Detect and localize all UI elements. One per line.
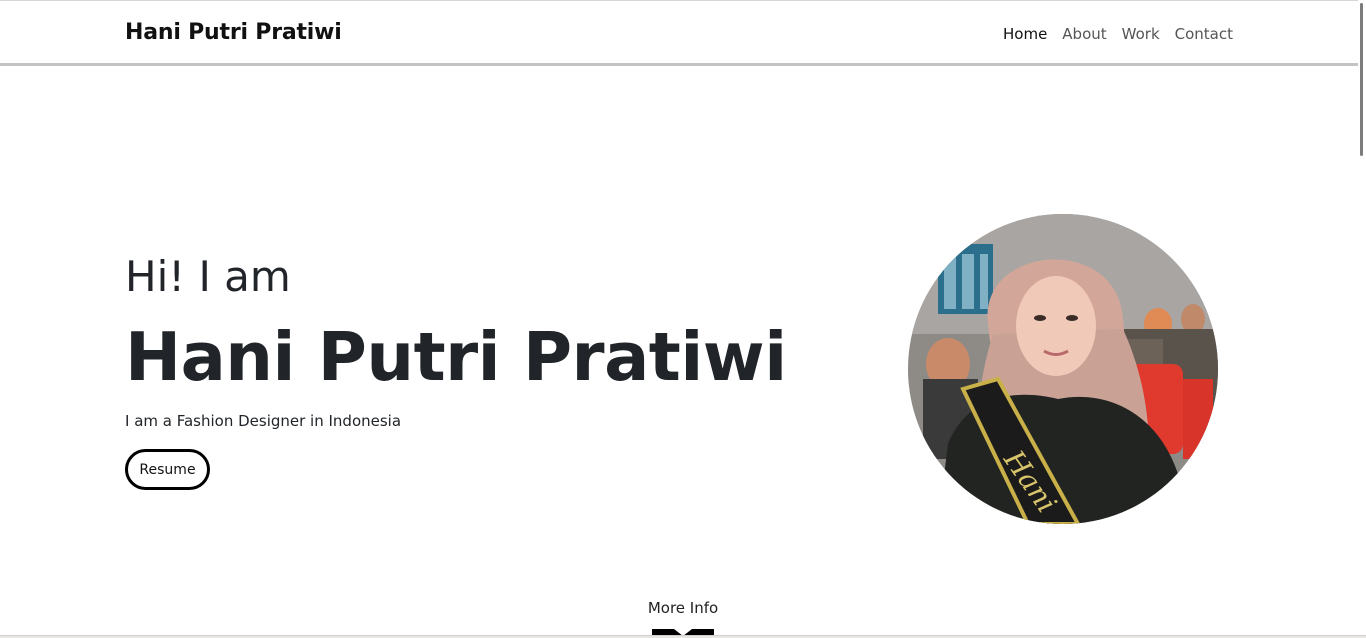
brand-logo-link[interactable]: Hani Putri Pratiwi — [125, 20, 342, 45]
hero-tagline: I am a Fashion Designer in Indonesia — [125, 412, 402, 430]
nav-link-home[interactable]: Home — [1003, 25, 1047, 43]
resume-button[interactable]: Resume — [125, 449, 210, 490]
profile-photo-illustration: Hani — [908, 214, 1218, 524]
page: Hani Putri Pratiwi Home About Work Conta… — [0, 0, 1366, 638]
navbar: Hani Putri Pratiwi Home About Work Conta… — [0, 0, 1366, 66]
profile-photo: Hani — [908, 214, 1218, 524]
page-scrollbar[interactable] — [1358, 0, 1366, 638]
nav-links: Home About Work Contact — [1003, 25, 1233, 43]
more-info-label[interactable]: More Info — [0, 599, 1366, 617]
hero-greeting: Hi! I am — [125, 252, 291, 301]
nav-link-work[interactable]: Work — [1122, 25, 1160, 43]
nav-link-contact[interactable]: Contact — [1175, 25, 1233, 43]
scrollbar-thumb[interactable] — [1360, 3, 1363, 156]
nav-link-about[interactable]: About — [1062, 25, 1106, 43]
hero-name: Hani Putri Pratiwi — [125, 318, 787, 396]
